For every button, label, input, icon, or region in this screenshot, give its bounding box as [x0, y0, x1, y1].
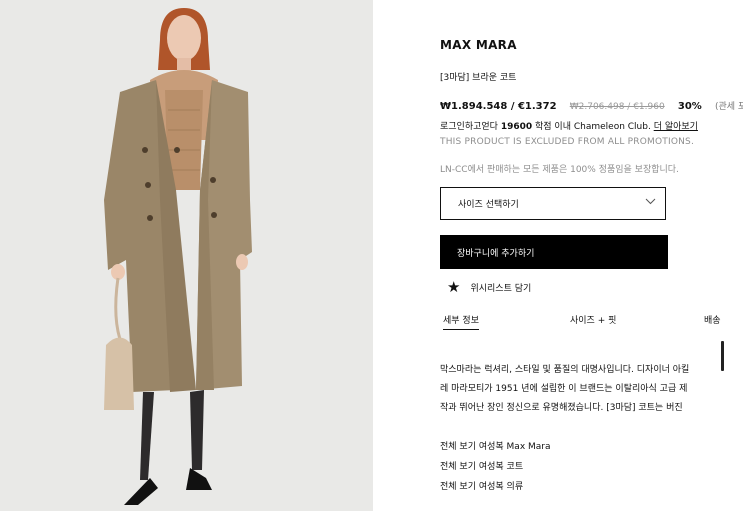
club-suffix: 학점 이내 Chameleon Club. [532, 122, 654, 132]
category-link-coats[interactable]: 전체 보기 여성복 코트 [440, 457, 551, 477]
club-points: 19600 [500, 122, 533, 132]
chevron-down-icon [645, 198, 656, 208]
tab-shipping[interactable]: 배송 [704, 313, 721, 326]
authenticity-guarantee: LN-CC에서 판매하는 모든 제품은 100% 정품임을 보장합니다. [440, 165, 679, 175]
club-prefix: 로그인하고얻다 [440, 122, 501, 132]
promotion-exclusion-note: THIS PRODUCT IS EXCLUDED FROM ALL PROMOT… [440, 137, 695, 147]
size-select[interactable]: 사이즈 선택하기 [440, 187, 666, 220]
product-description: 막스마라는 럭셔리, 스타일 및 품질의 대명사입니다. 디자이너 아킬 레 마… [440, 361, 730, 418]
club-points-note: 로그인하고얻다 19600 학점 이내 Chameleon Club. 더 알아… [440, 119, 698, 132]
category-links: 전체 보기 여성복 Max Mara 전체 보기 여성복 코트 전체 보기 여성… [440, 437, 551, 497]
discount-badge: 30% [677, 101, 702, 112]
product-image[interactable] [0, 0, 373, 511]
add-to-cart-button[interactable]: 장바구니에 추가하기 [440, 235, 668, 269]
size-select-label: 사이즈 선택하기 [458, 200, 519, 210]
original-price: ₩2.706.498 / €1.960 [569, 102, 665, 112]
description-line: 작과 뛰어난 장인 정신으로 유명해졌습니다. [3마담] 코트는 버진 [440, 403, 683, 413]
product-title: [3마담] 브라운 코트 [440, 73, 517, 83]
product-detail-panel: MAX MARA [3마담] 브라운 코트 ₩1.894.548 / €1.37… [373, 0, 743, 511]
star-icon: ★ [447, 278, 461, 296]
category-link-clothing[interactable]: 전체 보기 여성복 의류 [440, 477, 551, 497]
brand-name[interactable]: MAX MARA [440, 38, 517, 52]
tax-note: (관세 포함) [715, 102, 743, 112]
description-line: 레 마라모티가 1951 년에 설립한 이 브랜드는 이탈리아식 고급 제 [440, 384, 688, 394]
model-photo-illustration [0, 0, 373, 511]
wishlist-button[interactable]: ★ 위시리스트 담기 [447, 280, 531, 295]
description-line: 막스마라는 럭셔리, 스타일 및 품질의 대명사입니다. 디자이너 아킬 [440, 365, 690, 375]
learn-more-link[interactable]: 더 알아보기 [654, 122, 698, 132]
current-price: ₩1.894.548 / €1.372 [440, 101, 557, 112]
detail-tabs: 세부 정보 사이즈 + 핏 배송 [440, 313, 725, 331]
wishlist-label: 위시리스트 담기 [470, 284, 532, 294]
tab-size-fit[interactable]: 사이즈 + 핏 [570, 313, 616, 326]
tab-details[interactable]: 세부 정보 [443, 313, 479, 330]
add-to-cart-label: 장바구니에 추가하기 [457, 248, 535, 259]
price-row: ₩1.894.548 / €1.372 ₩2.706.498 / €1.960 … [440, 99, 743, 112]
category-link-brand[interactable]: 전체 보기 여성복 Max Mara [440, 437, 551, 457]
